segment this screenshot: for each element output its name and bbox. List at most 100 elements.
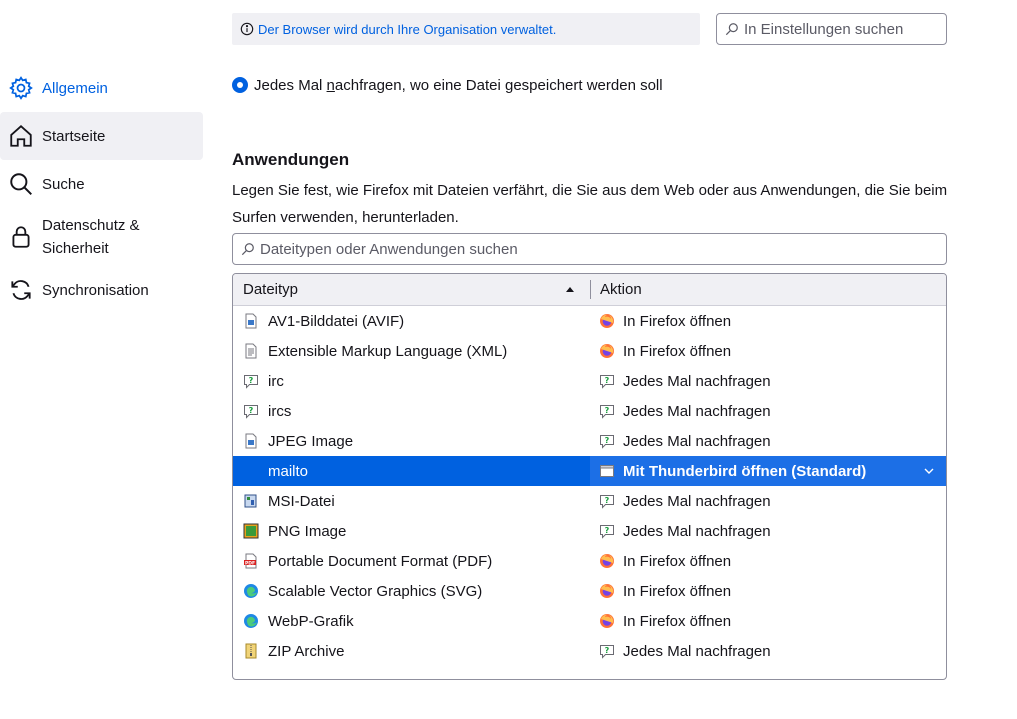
- sidebar-item-sync[interactable]: Synchronisation: [0, 266, 203, 314]
- file-type-cell: JPEG Image: [243, 426, 588, 456]
- table-row[interactable]: PDF Portable Document Format (PDF) In Fire…: [233, 546, 946, 576]
- action-cell: ? Jedes Mal nachfragen: [599, 426, 946, 456]
- action-cell: ? Jedes Mal nachfragen: [599, 396, 946, 426]
- column-divider[interactable]: [590, 280, 591, 299]
- file-type-cell: Extensible Markup Language (XML): [243, 336, 588, 366]
- firefox-icon: [599, 613, 615, 629]
- gear-icon: [8, 75, 34, 101]
- file-type-label: JPEG Image: [268, 432, 354, 450]
- ask-icon: ?: [599, 523, 615, 539]
- applications-heading: Anwendungen: [232, 150, 350, 169]
- table-row[interactable]: ? irc? Jedes Mal nachfragen: [233, 366, 946, 396]
- managed-banner: Der Browser wird durch Ihre Organisation…: [232, 13, 700, 45]
- table-row[interactable]: PNG Image? Jedes Mal nachfragen: [233, 516, 946, 546]
- action-cell: ? Jedes Mal nachfragen: [599, 366, 946, 396]
- table-row[interactable]: JPEG Image? Jedes Mal nachfragen: [233, 426, 946, 456]
- png-file-icon: [243, 523, 259, 539]
- sidebar-item-label: Suche: [42, 175, 85, 193]
- ask-icon: ?: [599, 403, 615, 419]
- action-label: In Firefox öffnen: [623, 612, 732, 630]
- column-header-action[interactable]: Aktion: [600, 274, 642, 305]
- table-row[interactable]: Scalable Vector Graphics (SVG) In Firefox…: [233, 576, 946, 606]
- file-type-label: AV1-Bilddatei (AVIF): [268, 312, 405, 330]
- ask-icon: ?: [599, 373, 615, 389]
- column-header-type[interactable]: Dateityp: [243, 274, 583, 305]
- sidebar-item-home[interactable]: Startseite: [0, 112, 203, 160]
- file-type-label: ZIP Archive: [268, 642, 345, 660]
- ask-icon: ?: [599, 433, 615, 449]
- file-type-cell: AV1-Bilddatei (AVIF): [243, 306, 588, 336]
- sidebar-item-privacy[interactable]: Datenschutz & Sicherheit: [0, 208, 203, 266]
- applications-description: Legen Sie fest, wie Firefox mit Dateien …: [232, 182, 948, 226]
- chevron-down-icon[interactable]: [924, 467, 934, 475]
- firefox-icon: [599, 343, 615, 359]
- action-dropdown[interactable]: Mit Thunderbird öffnen (Standard): [590, 456, 946, 486]
- applications-table: Dateityp Aktion AV1-Bilddatei (AVIF) In F…: [232, 273, 947, 680]
- settings-search-placeholder: In Einstellungen suchen: [744, 20, 904, 38]
- sidebar: Allgemein Startseite Suche Datenschutz &…: [0, 64, 203, 314]
- file-type-label: Scalable Vector Graphics (SVG): [268, 582, 483, 600]
- svg-text:?: ?: [605, 436, 610, 445]
- action-cell: In Firefox öffnen: [599, 576, 946, 606]
- table-row[interactable]: AV1-Bilddatei (AVIF) In Firefox öffnen: [233, 306, 946, 336]
- table-row[interactable]: MSI-Datei? Jedes Mal nachfragen: [233, 486, 946, 516]
- image-file-icon: [243, 433, 259, 449]
- action-label: Jedes Mal nachfragen: [623, 432, 771, 450]
- sort-ascending-icon: [566, 287, 574, 292]
- app-window-icon: [599, 463, 615, 479]
- action-label: In Firefox öffnen: [623, 312, 732, 330]
- table-row[interactable]: ? ircs ? Jedes Mal nachfragen: [233, 396, 946, 426]
- search-icon: [241, 243, 254, 256]
- file-type-cell: ? ircs: [243, 396, 588, 426]
- action-cell: ? Jedes Mal nachfragen: [599, 516, 946, 546]
- action-cell: ? Jedes Mal nachfragen: [599, 486, 946, 516]
- file-type-cell: MSI-Datei: [243, 486, 588, 516]
- action-cell: ? Jedes Mal nachfragen: [599, 636, 946, 666]
- applications-search-input[interactable]: Dateitypen oder Anwendungen suchen: [232, 233, 947, 265]
- blank-icon: [243, 463, 259, 479]
- action-label: In Firefox öffnen: [623, 552, 732, 570]
- ask-icon: ?: [243, 403, 259, 419]
- file-type-label: Extensible Markup Language (XML): [268, 342, 508, 360]
- file-type-cell: PDF Portable Document Format (PDF): [243, 546, 588, 576]
- ask-icon: ?: [243, 373, 259, 389]
- info-icon: [240, 22, 254, 36]
- edge-icon: [243, 583, 259, 599]
- table-body: AV1-Bilddatei (AVIF) In Firefox öffnen Ext…: [233, 306, 946, 666]
- file-type-cell: ? irc: [243, 366, 588, 396]
- table-header: Dateityp Aktion: [233, 274, 946, 306]
- table-row[interactable]: ZIP Archive? Jedes Mal nachfragen: [233, 636, 946, 666]
- file-type-cell: ZIP Archive: [243, 636, 588, 666]
- ask-icon: ?: [599, 643, 615, 659]
- action-cell: In Firefox öffnen: [599, 546, 946, 576]
- sidebar-item-label: Allgemein: [42, 79, 108, 97]
- svg-text:?: ?: [605, 526, 610, 535]
- svg-text:?: ?: [249, 376, 254, 385]
- file-type-label: Portable Document Format (PDF): [268, 552, 493, 570]
- action-cell: In Firefox öffnen: [599, 336, 946, 366]
- pdf-file-icon: PDF: [243, 553, 259, 569]
- file-type-label: mailto: [268, 462, 309, 480]
- managed-link[interactable]: Der Browser wird durch Ihre Organisation…: [258, 22, 556, 37]
- action-label: Jedes Mal nachfragen: [623, 492, 771, 510]
- table-row[interactable]: mailto Mit Thunderbird öffnen (Standard): [233, 456, 946, 486]
- action-label: Jedes Mal nachfragen: [623, 642, 771, 660]
- ask-save-location-radio[interactable]: [232, 77, 248, 93]
- ask-save-location-option[interactable]: Jedes Mal nachfragen, wo eine Datei gesp…: [232, 74, 663, 96]
- sidebar-item-label: Datenschutz & Sicherheit: [42, 217, 140, 257]
- applications-search-placeholder: Dateitypen oder Anwendungen suchen: [260, 240, 518, 258]
- sidebar-item-label: Synchronisation: [42, 281, 149, 299]
- search-icon: [725, 23, 738, 36]
- file-type-label: irc: [268, 372, 284, 390]
- settings-search-input[interactable]: In Einstellungen suchen: [716, 13, 947, 45]
- svg-text:?: ?: [605, 406, 610, 415]
- firefox-icon: [599, 313, 615, 329]
- svg-text:?: ?: [605, 646, 610, 655]
- sidebar-item-general[interactable]: Allgemein: [0, 64, 203, 112]
- table-row[interactable]: WebP-Grafik In Firefox öffnen: [233, 606, 946, 636]
- action-label: Jedes Mal nachfragen: [623, 372, 771, 390]
- table-row[interactable]: Extensible Markup Language (XML) In Firef…: [233, 336, 946, 366]
- zip-file-icon: [243, 643, 259, 659]
- ask-icon: ?: [599, 493, 615, 509]
- sidebar-item-search[interactable]: Suche: [0, 160, 203, 208]
